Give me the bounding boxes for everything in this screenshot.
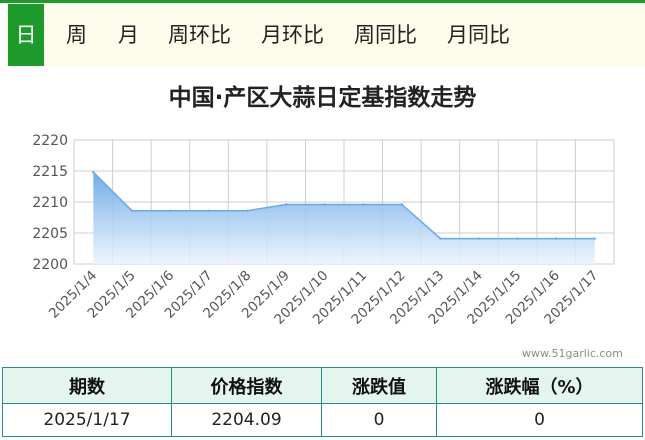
index-summary-table: 期数 价格指数 涨跌值 涨跌幅（%） 2025/1/17 2204.09 0 0 (2, 367, 643, 437)
data-point (439, 237, 442, 240)
data-point (207, 209, 211, 212)
cell-change-value: 0 (321, 403, 437, 437)
header-change-percent: 涨跌幅（%） (436, 367, 643, 404)
cell-price-index: 2204.09 (171, 403, 322, 437)
data-point (169, 209, 172, 212)
data-point (554, 237, 558, 240)
cell-period: 2025/1/17 (2, 403, 172, 437)
tab-month[interactable]: 月 (118, 4, 139, 66)
data-point (362, 203, 365, 206)
data-point (400, 203, 404, 206)
data-point (284, 203, 288, 206)
y-tick-label: 2205 (32, 226, 68, 242)
chart-title: 中国·产区大蒜日定基指数走势 (168, 85, 477, 111)
data-point (130, 209, 134, 212)
y-tick-label: 2220 (32, 133, 68, 149)
data-point (593, 237, 596, 240)
tab-week[interactable]: 周 (66, 4, 87, 66)
tab-month-on-month[interactable]: 月环比 (261, 4, 324, 66)
y-tick-label: 2215 (32, 164, 68, 180)
y-tick-label: 2210 (32, 195, 68, 211)
data-point (516, 237, 519, 240)
data-point (323, 203, 326, 206)
top-accent-line (0, 0, 645, 3)
tab-week-year-on-year[interactable]: 周同比 (354, 4, 417, 66)
header-change-value: 涨跌值 (321, 367, 437, 404)
y-tick-label: 2200 (32, 257, 68, 273)
header-period: 期数 (2, 367, 172, 404)
data-point (246, 209, 249, 212)
tab-month-year-on-year[interactable]: 月同比 (447, 4, 510, 66)
tab-day[interactable]: 日 (8, 4, 44, 66)
table-row: 2025/1/17 2204.09 0 0 (2, 403, 643, 437)
index-trend-chart: 220022052210221522202025/1/42025/1/52025… (32, 133, 615, 328)
data-point (92, 171, 95, 174)
watermark: www.51garlic.com (522, 347, 623, 360)
period-tabs: 日 周 月 周环比 月环比 周同比 月同比 (6, 4, 645, 66)
tab-week-on-week[interactable]: 周环比 (168, 4, 231, 66)
cell-change-percent: 0 (436, 403, 643, 437)
header-price-index: 价格指数 (171, 367, 322, 404)
data-point (477, 237, 481, 240)
table-header-row: 期数 价格指数 涨跌值 涨跌幅（%） (2, 367, 643, 404)
